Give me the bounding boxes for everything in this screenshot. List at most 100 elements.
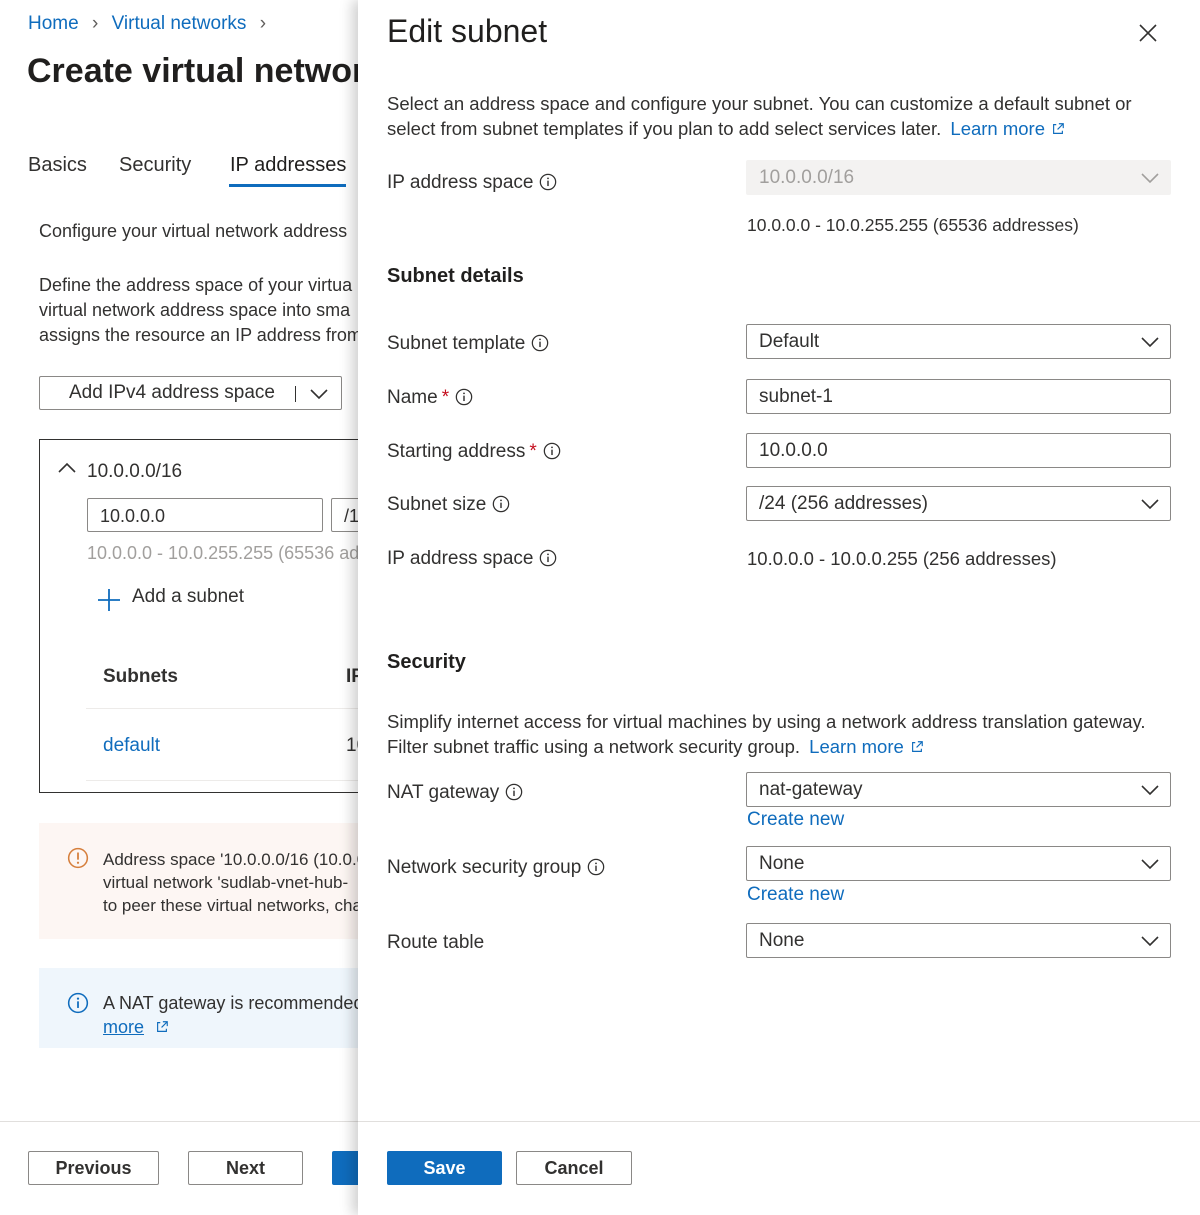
next-button[interactable]: Next [188,1151,303,1185]
nat-gateway-select[interactable]: nat-gateway [746,772,1171,807]
tab-ip-addresses[interactable]: IP addresses [230,154,346,177]
save-button[interactable]: Save [387,1151,502,1185]
background-page: Home › Virtual networks › Create virtual… [0,0,358,1215]
info-icon[interactable] [543,442,561,460]
nsg-create-new-link[interactable]: Create new [747,884,844,906]
security-description: Filter subnet traffic using a network se… [387,734,924,759]
starting-address-label: Starting address * [387,441,561,463]
security-heading: Security [387,651,466,673]
chevron-down-icon [1141,858,1159,870]
name-label: Name * [387,387,473,409]
subnet-default-ip: 10 [346,735,358,756]
nsg-label: Network security group [387,857,605,879]
subnet-ip-space-label: IP address space [387,548,557,570]
breadcrumb-virtual-networks[interactable]: Virtual networks [112,13,247,34]
info-icon[interactable] [587,858,605,876]
info-icon[interactable] [531,334,549,352]
security-learn-more-link[interactable]: Learn more [809,736,904,757]
nat-create-new-link[interactable]: Create new [747,809,844,831]
nsg-select[interactable]: None [746,846,1171,881]
info-icon[interactable] [539,549,557,567]
subnet-template-label: Subnet template [387,333,549,355]
learn-more-link[interactable]: Learn more [950,118,1045,139]
info-more-link[interactable]: more [103,1017,144,1037]
label-text: Subnet template [387,333,526,354]
chevron-down-icon [1141,336,1159,348]
chevron-down-icon[interactable] [310,388,328,400]
warning-info-icon [67,847,89,869]
address-overlap-warning: Address space '10.0.0.0/16 (10.0.0 virtu… [39,823,358,939]
chevron-down-icon [1141,784,1159,796]
required-marker: * [529,441,537,462]
label-text: Network security group [387,857,582,878]
chevron-down-icon [1141,935,1159,947]
route-table-select[interactable]: None [746,923,1171,958]
active-tab-indicator [229,184,346,187]
ip-address-space-range: 10.0.0.0 - 10.0.255.255 (65536 addresses… [747,215,1079,235]
intro-line-text: select from subnet templates if you plan… [387,118,942,139]
subnet-template-select[interactable]: Default [746,324,1171,359]
divider [86,708,358,709]
nat-recommendation-info: A NAT gateway is recommended f more [39,968,358,1048]
address-range-text: 10.0.0.0 - 10.0.255.255 (65536 ad [87,543,358,563]
address-space-title: 10.0.0.0/16 [87,461,183,482]
label-text: NAT gateway [387,782,500,803]
subnet-details-heading: Subnet details [387,265,524,287]
edit-subnet-panel: Edit subnet Select an address space and … [358,0,1200,1215]
subnet-default-link[interactable]: default [103,735,160,757]
route-table-label: Route table [387,932,485,953]
label-text: Subnet size [387,494,487,515]
subnet-size-label: Subnet size [387,494,510,516]
ip-column-header: IP [346,666,358,687]
tab-security[interactable]: Security [119,154,191,177]
add-ipv4-label: Add IPv4 address space [69,382,275,403]
info-icon[interactable] [455,388,473,406]
starting-address-input[interactable]: 10.0.0.0 [746,433,1171,468]
chevron-up-icon[interactable] [58,462,76,474]
add-subnet-label: Add a subnet [132,586,244,607]
panel-title: Edit subnet [387,13,548,49]
tab-basics[interactable]: Basics [28,154,87,177]
name-input[interactable]: subnet-1 [746,379,1171,414]
label-text: Starting address [387,441,526,462]
chevron-down-icon [1141,498,1159,510]
footer-divider [358,1121,1200,1122]
chevron-right-icon: › [259,13,267,34]
add-ipv4-address-space-button[interactable]: Add IPv4 address space [39,376,342,410]
prefix-select[interactable]: /1 [331,498,358,532]
info-icon[interactable] [539,173,557,191]
select-value: nat-gateway [759,779,863,800]
label-text: IP address space [387,548,534,569]
split-divider [295,386,296,402]
address-input[interactable]: 10.0.0.0 [87,498,323,532]
cancel-button[interactable]: Cancel [516,1151,632,1185]
select-value: None [759,853,805,874]
info-icon[interactable] [492,495,510,513]
label-text: IP address space [387,172,534,193]
breadcrumb-home[interactable]: Home [28,13,79,34]
subnets-column-header: Subnets [103,666,178,687]
chevron-down-icon [1141,173,1159,184]
address-space-panel: 10.0.0.0/16 10.0.0.0 /1 10.0.0.0 - 10.0.… [39,439,358,793]
intro-line: Select an address space and configure yo… [387,93,1132,114]
warning-line: to peer these virtual networks, cha [103,896,358,915]
warning-line: Address space '10.0.0.0/16 (10.0.0 [103,850,358,869]
select-value: /24 (256 addresses) [759,493,928,514]
label-text: Name [387,387,438,408]
close-icon[interactable] [1138,23,1158,43]
review-create-button[interactable] [332,1151,358,1185]
warning-line: virtual network 'sudlab-vnet-hub- [103,873,349,892]
description-line: assigns the resource an IP address from [39,325,358,345]
info-learn-more[interactable]: more [103,1017,169,1038]
info-icon [67,992,89,1014]
plus-icon [98,589,120,611]
select-value: Default [759,331,820,352]
previous-button[interactable]: Previous [28,1151,159,1185]
subnet-size-select[interactable]: /24 (256 addresses) [746,486,1171,521]
info-icon[interactable] [505,783,523,801]
select-value: 10.0.0.0/16 [759,167,855,188]
description-line: virtual network address space into sma [39,300,351,320]
divider [86,780,358,781]
required-marker: * [441,387,450,408]
security-description: Simplify internet access for virtual mac… [387,711,1146,732]
